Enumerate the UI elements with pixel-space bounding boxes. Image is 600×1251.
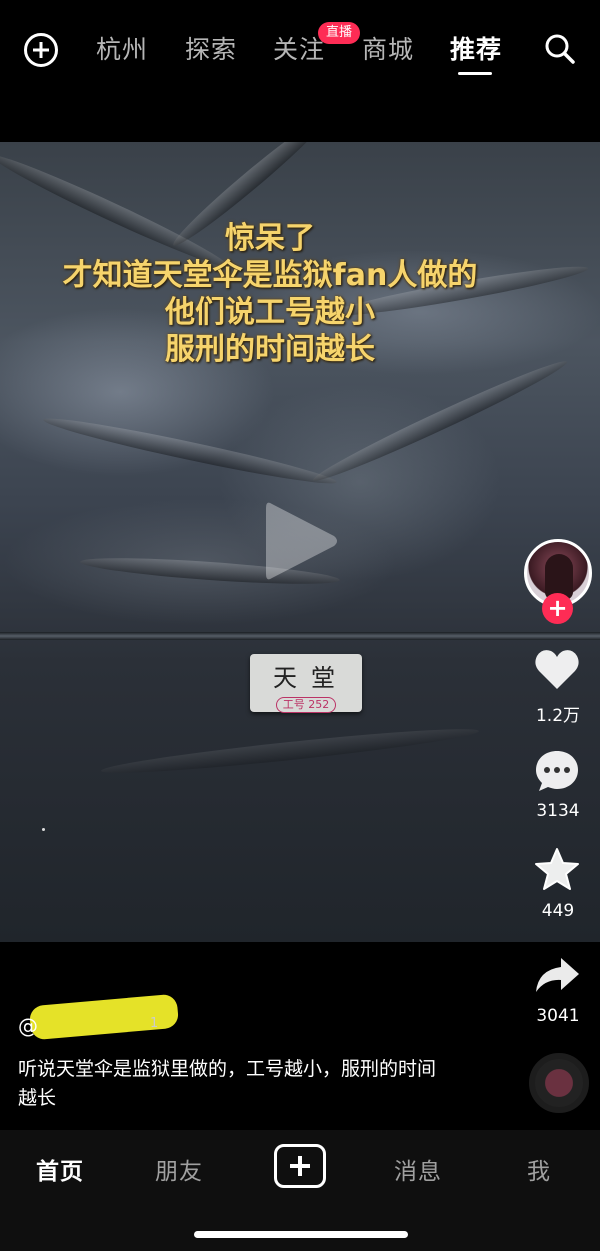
tab-explore[interactable]: 探索 xyxy=(185,30,237,66)
video-caption: 惊呆了 才知道天堂伞是监狱fan人做的 他们说工号越小 服刑的时间越长 xyxy=(0,220,540,368)
create-button[interactable] xyxy=(274,1144,326,1188)
tab-city[interactable]: 杭州 xyxy=(96,30,148,66)
caption-line: 他们说工号越小 xyxy=(165,295,375,330)
music-disc-icon[interactable] xyxy=(529,1053,589,1113)
author-suffix: 1 xyxy=(150,1016,159,1031)
umbrella-label: 天堂 工号 252 xyxy=(250,654,362,713)
caption-line: 才知道天堂伞是监狱fan人做的 xyxy=(62,258,478,293)
share-count: 3041 xyxy=(536,1006,580,1026)
post-description[interactable]: 听说天堂伞是监狱里做的，工号越小，服刑的时间越长 xyxy=(18,1055,448,1113)
tab-messages[interactable]: 消息 xyxy=(394,1152,442,1186)
tab-following[interactable]: 关注 xyxy=(273,30,325,66)
favorite-count: 449 xyxy=(541,901,575,921)
fabric-fold xyxy=(41,411,339,491)
fabric-fold xyxy=(309,353,571,489)
tab-home[interactable]: 首页 xyxy=(36,1152,84,1186)
add-circle-icon[interactable] xyxy=(24,33,58,67)
tab-recommended[interactable]: 推荐 xyxy=(450,30,502,66)
share-icon[interactable] xyxy=(533,952,581,1000)
caption-line: 服刑的时间越长 xyxy=(165,332,375,367)
bottom-nav: 首页 朋友 消息 我 xyxy=(0,1130,600,1251)
top-nav: 杭州 探索 关注 直播 商城 推荐 xyxy=(0,0,600,100)
caption-line: 惊呆了 xyxy=(225,221,315,256)
fabric-fold xyxy=(100,722,480,780)
follow-button[interactable]: + xyxy=(542,593,573,624)
tab-me[interactable]: 我 xyxy=(527,1152,551,1186)
home-indicator xyxy=(194,1231,408,1238)
play-icon[interactable] xyxy=(262,496,342,586)
star-icon[interactable] xyxy=(533,846,581,894)
like-count: 1.2万 xyxy=(535,706,581,726)
tab-mall[interactable]: 商城 xyxy=(362,30,414,66)
video-player[interactable]: 惊呆了 才知道天堂伞是监狱fan人做的 他们说工号越小 服刑的时间越长 天堂 工… xyxy=(0,142,600,942)
comment-icon[interactable] xyxy=(533,747,581,795)
speck xyxy=(42,828,45,831)
comment-count: 3134 xyxy=(536,801,580,821)
author-handle: @ xyxy=(18,1014,38,1038)
label-brand: 天堂 xyxy=(273,664,349,692)
heart-icon[interactable] xyxy=(533,646,581,694)
umbrella-seam xyxy=(0,632,600,640)
label-number: 工号 252 xyxy=(275,697,337,713)
author-name[interactable]: @1 xyxy=(18,1014,158,1038)
tab-friends[interactable]: 朋友 xyxy=(155,1152,203,1186)
search-icon[interactable] xyxy=(544,33,576,65)
active-tab-indicator xyxy=(458,72,492,75)
live-badge: 直播 xyxy=(318,22,360,44)
